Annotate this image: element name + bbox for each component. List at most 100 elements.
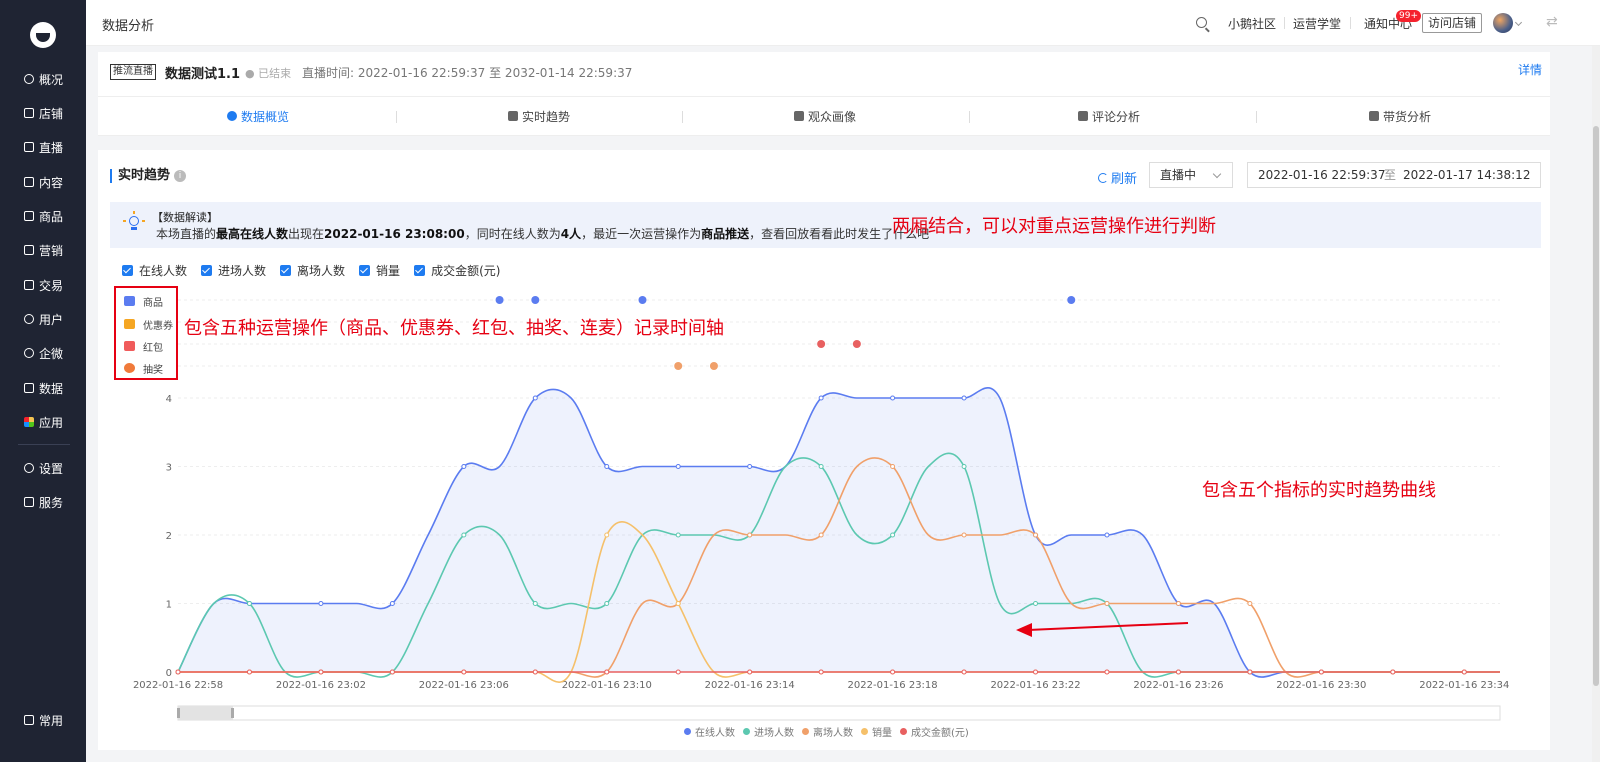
sidebar-item-live[interactable]: 直播 — [0, 136, 86, 158]
x-tick-label: 2022-01-16 23:18 — [848, 680, 938, 691]
chart-legend: 在线人数 进场人数 离场人数 销量 成交金额(元) — [684, 724, 977, 739]
chevron-down-icon[interactable] — [1514, 18, 1523, 27]
operation-legend: 商品 优惠券 红包 抽奖 — [114, 286, 178, 380]
insight-highlight: 商品推送 — [701, 227, 750, 241]
data-point — [818, 395, 824, 401]
data-point — [747, 532, 753, 538]
wecom-icon — [24, 348, 34, 358]
data-point — [461, 669, 467, 675]
legend-amount[interactable]: 成交金额(元) — [900, 724, 969, 739]
data-point — [389, 669, 395, 675]
sidebar-item-overview[interactable]: 概况 — [0, 68, 86, 90]
community-link[interactable]: 小鹅社区 — [1228, 15, 1276, 32]
megaphone-icon — [24, 245, 34, 255]
tab-realtime[interactable]: 实时趋势 — [394, 97, 684, 135]
brand-logo[interactable] — [30, 22, 56, 48]
sidebar-item-label: 企微 — [39, 346, 64, 361]
sidebar-item-apps[interactable]: 应用 — [0, 411, 86, 433]
x-tick-label: 2022-01-16 23:22 — [990, 680, 1080, 691]
op-label: 优惠券 — [143, 320, 173, 332]
tab-audience[interactable]: 观众画像 — [680, 97, 970, 135]
x-tick-label: 2022-01-16 23:10 — [562, 680, 652, 691]
detail-link[interactable]: 详情 — [1518, 61, 1542, 78]
tab-label: 实时趋势 — [521, 109, 570, 124]
data-point — [818, 669, 824, 675]
data-point — [246, 601, 252, 606]
sidebar-item-label: 数据 — [39, 381, 64, 396]
academy-link[interactable]: 运营学堂 — [1293, 15, 1341, 32]
sidebar-item-goods[interactable]: 商品 — [0, 205, 86, 227]
toggle-amount[interactable]: 成交金额(元) — [414, 262, 500, 279]
legend-dot — [900, 728, 907, 735]
data-point — [961, 669, 967, 675]
search-icon[interactable] — [1196, 17, 1207, 28]
data-point — [1104, 601, 1110, 606]
range-slider-window — [178, 706, 233, 720]
range-slider-handle — [231, 708, 234, 718]
store-icon — [24, 108, 34, 118]
operation-event-marker — [495, 296, 504, 304]
insight-text: 本场直播的最高在线人数出现在2022-01-16 23:08:00，同时在线人数… — [156, 225, 929, 242]
live-info-card: 推流直播 数据测试1.1 ● 已结束 直播时间: 2022-01-16 22:5… — [98, 52, 1550, 136]
sidebar-item-data[interactable]: 数据 — [0, 377, 86, 399]
tab-label: 数据概览 — [240, 109, 289, 124]
sidebar-item-label: 用户 — [39, 312, 64, 327]
annotation-operations: 包含五种运营操作（商品、优惠券、红包、抽奖、连麦）记录时间轴 — [184, 318, 724, 339]
live-status-select[interactable]: 直播中 — [1149, 162, 1233, 188]
lightbulb-icon — [123, 211, 145, 232]
tab-sales[interactable]: 带货分析 — [1255, 97, 1545, 135]
sidebar-item-trade[interactable]: 交易 — [0, 274, 86, 296]
sidebar-item-label: 营销 — [39, 243, 64, 258]
sidebar-item-common[interactable]: 常用 — [0, 709, 86, 731]
tab-bar: 数据概览 实时趋势 观众画像 评论分析 带货分析 — [98, 96, 1550, 136]
sidebar-item-marketing[interactable]: 营销 — [0, 239, 86, 261]
sidebar-item-store[interactable]: 店铺 — [0, 102, 86, 124]
realtime-trend-chart: 0 1 2 3 4 2022-01-16 22:58 2022-01-16 23:02 202… — [133, 296, 1509, 721]
toggle-enter[interactable]: 进场人数 — [201, 262, 266, 279]
toggle-leave[interactable]: 离场人数 — [280, 262, 345, 279]
sidebar-item-wecom[interactable]: 企微 — [0, 342, 86, 364]
range-end[interactable]: 2022-01-17 14:38:12 — [1403, 163, 1530, 187]
legend-leave[interactable]: 离场人数 — [802, 724, 853, 739]
checkbox-checked-icon — [359, 264, 371, 276]
page-scrollbar[interactable] — [1592, 46, 1600, 762]
scroll-thumb[interactable] — [1593, 126, 1599, 686]
portrait-icon — [793, 111, 804, 121]
data-icon — [24, 383, 34, 393]
insight-heading: 【数据解读】 — [152, 211, 218, 224]
sidebar-item-user[interactable]: 用户 — [0, 308, 86, 330]
data-point — [246, 669, 252, 675]
tab-comments[interactable]: 评论分析 — [964, 97, 1254, 135]
tab-overview[interactable]: 数据概览 — [113, 97, 403, 135]
basket-icon — [1368, 111, 1379, 121]
data-point — [890, 464, 896, 469]
realtime-trend-card: 实时趋势 i 刷新 直播中 2022-01-16 22:59:37 至 2022… — [98, 150, 1550, 750]
avatar[interactable] — [1493, 13, 1513, 33]
sidebar-item-settings[interactable]: 设置 — [0, 457, 86, 479]
data-point — [890, 669, 896, 675]
visit-store-button[interactable]: 访问店铺 — [1422, 13, 1483, 33]
legend-enter[interactable]: 进场人数 — [743, 724, 794, 739]
sidebar-item-label: 直播 — [39, 140, 64, 155]
info-icon[interactable]: i — [174, 170, 186, 182]
data-point — [747, 464, 753, 469]
data-point — [961, 395, 967, 401]
lottery-icon — [124, 363, 135, 373]
toggle-online[interactable]: 在线人数 — [122, 262, 187, 279]
x-tick-label: 2022-01-16 23:26 — [1133, 680, 1223, 691]
legend-sales[interactable]: 销量 — [861, 724, 892, 739]
legend-online[interactable]: 在线人数 — [684, 724, 735, 739]
data-point — [461, 464, 467, 469]
legend-label: 在线人数 — [695, 728, 735, 739]
toggle-sales[interactable]: 销量 — [359, 262, 400, 279]
swap-icon[interactable]: ⇄ — [1546, 14, 1558, 30]
refresh-button[interactable]: 刷新 — [1098, 168, 1137, 187]
range-start[interactable]: 2022-01-16 22:59:37 — [1258, 163, 1385, 187]
data-point — [1247, 669, 1253, 675]
data-point — [1033, 532, 1039, 538]
sidebar-item-content[interactable]: 内容 — [0, 171, 86, 193]
operation-event-marker — [709, 362, 718, 370]
sidebar-item-service[interactable]: 服务 — [0, 491, 86, 513]
data-point — [1033, 601, 1039, 606]
date-range-picker[interactable]: 2022-01-16 22:59:37 至 2022-01-17 14:38:1… — [1247, 162, 1541, 188]
